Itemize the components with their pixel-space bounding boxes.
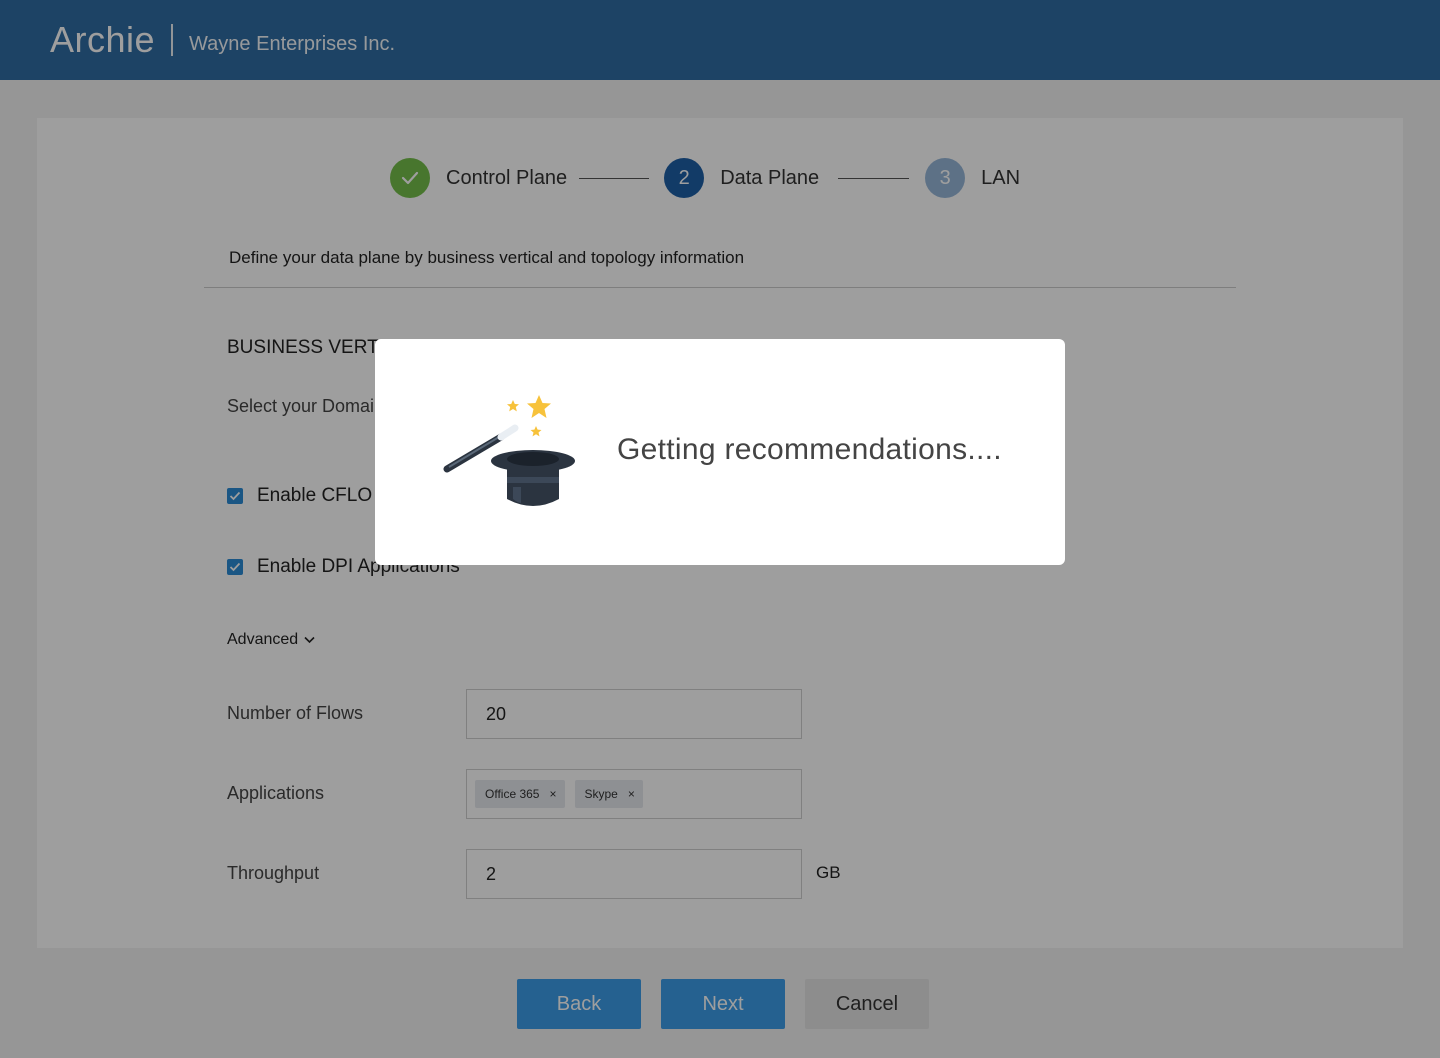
magic-hat-icon (443, 395, 575, 506)
loading-message: Getting recommendations.... (617, 433, 1002, 466)
loading-modal: Getting recommendations.... (375, 339, 1065, 565)
